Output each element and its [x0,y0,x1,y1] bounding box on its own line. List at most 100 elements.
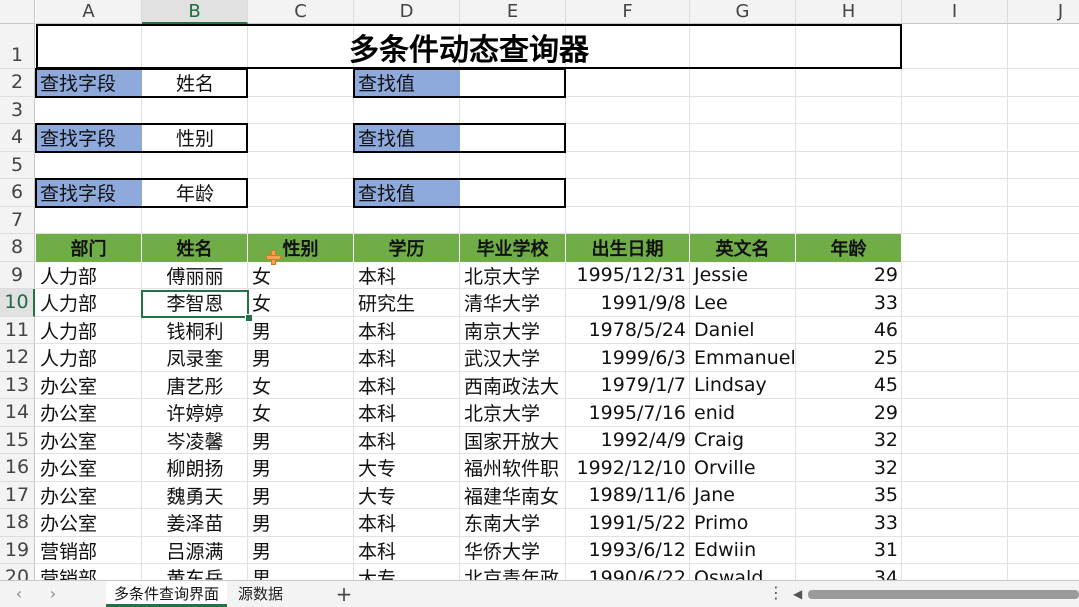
table-cell[interactable]: 北京大学 [460,262,566,290]
table-cell[interactable]: 研究生 [354,289,460,317]
table-cell[interactable]: 办公室 [36,454,142,482]
row-header-13[interactable]: 13 [0,371,35,399]
table-cell[interactable]: Jessie [690,262,796,290]
column-header-d[interactable]: D [354,0,460,24]
table-cell[interactable]: 34 [796,564,902,580]
table-cell[interactable]: 1991/5/22 [566,509,690,537]
table-cell[interactable]: 1995/12/31 [566,262,690,290]
column-header-j[interactable]: J [1008,0,1079,24]
table-cell[interactable]: 本科 [354,317,460,345]
table-cell[interactable]: 东南大学 [460,509,566,537]
table-cell[interactable]: 32 [796,454,902,482]
table-cell[interactable]: 办公室 [36,399,142,427]
row-header-15[interactable]: 15 [0,426,35,454]
table-cell[interactable]: 唐艺彤 [142,372,248,400]
table-cell[interactable]: 32 [796,427,902,455]
table-header-cell[interactable]: 年龄 [796,234,902,262]
next-sheet-icon[interactable]: › [42,584,64,604]
sheet-title[interactable]: 多条件动态查询器 [36,24,902,69]
table-cell[interactable]: 柳朗扬 [142,454,248,482]
table-cell[interactable]: 1990/6/22 [566,564,690,580]
table-cell[interactable]: 33 [796,289,902,317]
table-cell[interactable]: 北京大学 [460,399,566,427]
column-header-a[interactable]: A [36,0,142,24]
tab-source-data[interactable]: 源数据 [230,581,291,607]
column-header-i[interactable]: I [902,0,1008,24]
table-cell[interactable]: 本科 [354,509,460,537]
table-header-cell[interactable]: 性别 [248,234,354,262]
table-cell[interactable]: 人力部 [36,317,142,345]
row-header-1[interactable]: 1 [0,24,35,69]
row-header-17[interactable]: 17 [0,481,35,509]
table-cell[interactable]: Orville [690,454,796,482]
row-header-19[interactable]: 19 [0,536,35,564]
table-cell[interactable]: 25 [796,344,902,372]
table-cell[interactable]: 1995/7/16 [566,399,690,427]
row-header-2[interactable]: 2 [0,69,35,97]
fill-handle[interactable] [245,314,253,322]
table-cell[interactable]: 男 [248,427,354,455]
table-cell[interactable]: 南京大学 [460,317,566,345]
table-cell[interactable]: enid [690,399,796,427]
table-cell[interactable]: 人力部 [36,289,142,317]
table-cell[interactable]: 武汉大学 [460,344,566,372]
row-header-7[interactable]: 7 [0,206,35,234]
table-cell[interactable]: Daniel [690,317,796,345]
table-cell[interactable]: 傅丽丽 [142,262,248,290]
row-header-14[interactable]: 14 [0,399,35,427]
table-cell[interactable]: 清华大学 [460,289,566,317]
row-header-6[interactable]: 6 [0,179,35,207]
table-cell[interactable]: 29 [796,399,902,427]
table-cell[interactable]: 福建华南女 [460,482,566,510]
more-options-icon[interactable]: ⋮ [768,581,784,607]
table-cell[interactable]: 本科 [354,262,460,290]
table-cell[interactable]: 华侨大学 [460,537,566,565]
table-cell[interactable]: Jane [690,482,796,510]
table-cell[interactable]: 本科 [354,344,460,372]
table-cell[interactable]: 46 [796,317,902,345]
table-header-cell[interactable]: 学历 [354,234,460,262]
table-cell[interactable]: 许婷婷 [142,399,248,427]
column-header-g[interactable]: G [690,0,796,24]
horizontal-scrollbar[interactable] [808,590,1079,599]
table-header-cell[interactable]: 出生日期 [566,234,690,262]
table-cell[interactable]: Lee [690,289,796,317]
row-header-4[interactable]: 4 [0,124,35,152]
table-cell[interactable]: 女 [248,289,354,317]
table-cell[interactable]: Craig [690,427,796,455]
column-header-f[interactable]: F [566,0,690,24]
table-cell[interactable]: 凤录奎 [142,344,248,372]
table-cell[interactable]: 本科 [354,427,460,455]
table-cell[interactable]: 1992/4/9 [566,427,690,455]
column-header-h[interactable]: H [796,0,902,24]
table-cell[interactable]: 人力部 [36,262,142,290]
table-header-cell[interactable]: 毕业学校 [460,234,566,262]
table-cell[interactable]: 吕源满 [142,537,248,565]
table-cell[interactable]: 办公室 [36,427,142,455]
table-cell[interactable]: 姜泽苗 [142,509,248,537]
row-header-18[interactable]: 18 [0,509,35,537]
table-cell[interactable]: 35 [796,482,902,510]
table-cell[interactable]: 男 [248,564,354,580]
table-cell[interactable]: 国家开放大 [460,427,566,455]
table-cell[interactable]: 营销部 [36,537,142,565]
table-cell[interactable]: 31 [796,537,902,565]
row-header-11[interactable]: 11 [0,316,35,344]
table-cell[interactable]: 男 [248,509,354,537]
table-cell[interactable]: 大专 [354,482,460,510]
table-cell[interactable]: 人力部 [36,344,142,372]
row-header-12[interactable]: 12 [0,344,35,372]
table-cell[interactable]: 1991/9/8 [566,289,690,317]
table-cell[interactable]: 营销部 [36,564,142,580]
table-cell[interactable]: 本科 [354,372,460,400]
table-cell[interactable]: 1993/6/12 [566,537,690,565]
table-cell[interactable]: 钱桐利 [142,317,248,345]
row-header-8[interactable]: 8 [0,234,35,262]
table-cell[interactable]: 1978/5/24 [566,317,690,345]
table-cell[interactable]: 29 [796,262,902,290]
column-header-c[interactable]: C [248,0,354,24]
scroll-left-icon[interactable]: ◀ [793,586,805,602]
table-cell[interactable]: 办公室 [36,509,142,537]
table-cell[interactable]: Primo [690,509,796,537]
table-cell[interactable]: 1989/11/6 [566,482,690,510]
